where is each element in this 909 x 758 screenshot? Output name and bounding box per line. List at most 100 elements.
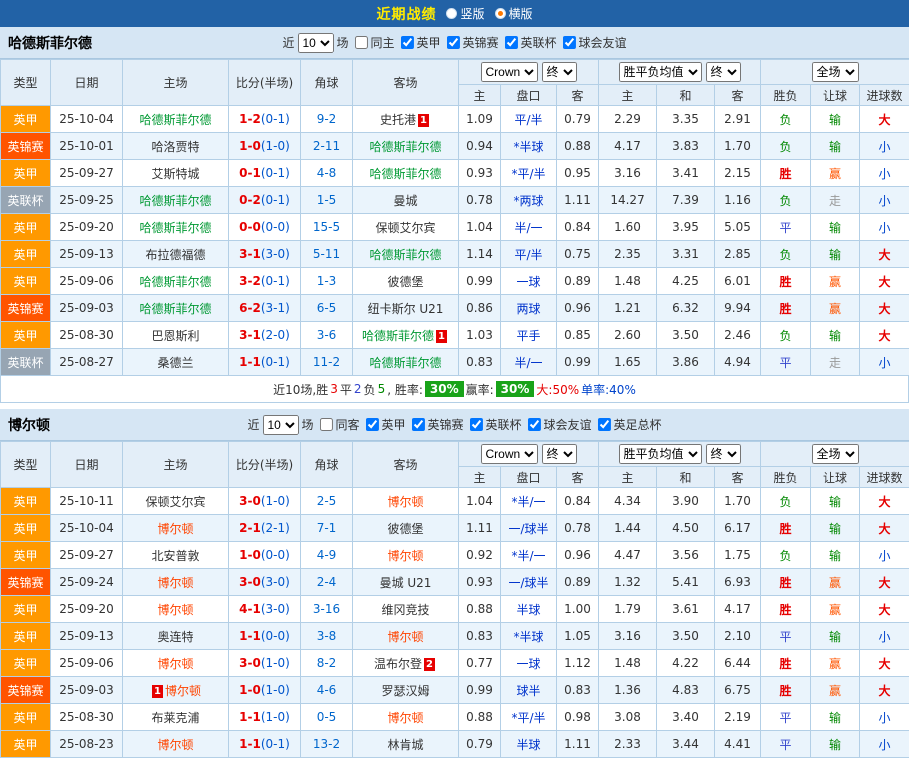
away-team-link[interactable]: 博尔顿 [387,711,423,725]
date-cell: 25-09-20 [51,214,123,241]
away-team-link[interactable]: 林肯城 [387,738,423,752]
final-odds-select-2[interactable]: 终 [706,62,741,82]
date-cell: 25-09-13 [51,623,123,650]
checkbox-input[interactable] [447,36,460,49]
filter-checkbox-3[interactable]: 英联杯 [470,416,522,433]
away-team-link[interactable]: 维冈竞技 [381,603,429,617]
home-team-link[interactable]: 桑德兰 [157,356,193,370]
filter-checkbox-5[interactable]: 英足总杯 [598,416,662,433]
bookmaker-select[interactable]: Crown [481,444,538,464]
avg-draw-cell: 5.41 [657,569,715,596]
away-team-link[interactable]: 博尔顿 [387,630,423,644]
final-odds-select-2[interactable]: 终 [706,444,741,464]
away-team-link[interactable]: 保顿艾尔宾 [375,221,435,235]
away-team-cell: 哈德斯菲尔德 [353,349,459,376]
layout-option-vertical[interactable]: 竖版 [446,5,484,22]
checkbox-input[interactable] [598,418,611,431]
filter-checkbox-0[interactable]: 同主 [354,34,394,51]
odds-away-cell: 1.05 [557,623,599,650]
result-wdl-cell: 平 [761,214,811,241]
score-cell: 0-0(0-0) [229,214,301,241]
handicap-cell: 两球 [501,295,557,322]
home-team-link[interactable]: 艾斯特城 [151,167,199,181]
home-team-link[interactable]: 北安普敦 [151,549,199,563]
away-team-link[interactable]: 史托港 [380,113,416,127]
home-team-link[interactable]: 保顿艾尔宾 [145,495,205,509]
home-team-link[interactable]: 巴恩斯利 [151,329,199,343]
result-goals-cell: 大 [860,515,909,542]
date-cell: 25-09-27 [51,542,123,569]
away-team-link[interactable]: 彼德堡 [387,275,423,289]
filter-checkbox-0[interactable]: 同客 [319,416,359,433]
avg-select[interactable]: 胜平负均值 [619,62,702,82]
filter-checkbox-1[interactable]: 英甲 [400,34,440,51]
home-team-link[interactable]: 博尔顿 [165,684,201,698]
away-team-link[interactable]: 哈德斯菲尔德 [369,167,441,181]
team-name: 哈德斯菲尔德 [0,33,92,53]
filter-checkbox-1[interactable]: 英甲 [365,416,405,433]
checkbox-input[interactable] [412,418,425,431]
home-team-link[interactable]: 奥连特 [157,630,193,644]
away-team-link[interactable]: 哈德斯菲尔德 [362,329,434,343]
bookmaker-select[interactable]: Crown [481,62,538,82]
home-team-link[interactable]: 哈德斯菲尔德 [139,113,211,127]
checkbox-input[interactable] [319,418,332,431]
home-team-link[interactable]: 哈德斯菲尔德 [139,194,211,208]
final-odds-select[interactable]: 终 [542,62,577,82]
home-team-link[interactable]: 博尔顿 [157,603,193,617]
home-team-link[interactable]: 博尔顿 [157,576,193,590]
final-odds-select[interactable]: 终 [542,444,577,464]
scope-select[interactable]: 全场 [812,62,859,82]
date-cell: 25-08-30 [51,322,123,349]
table-row: 英甲25-10-04博尔顿2-1(2-1)7-1彼德堡1.11一/球半0.781… [1,515,909,542]
home-team-link[interactable]: 博尔顿 [157,522,193,536]
avg-select[interactable]: 胜平负均值 [619,444,702,464]
table-row: 英甲25-09-13奥连特1-1(0-0)3-8博尔顿0.83*半球1.053.… [1,623,909,650]
radio-selected-icon[interactable] [495,8,506,19]
home-team-link[interactable]: 布莱克浦 [151,711,199,725]
checkbox-input[interactable] [354,36,367,49]
avg-home-cell: 3.08 [599,704,657,731]
away-team-link[interactable]: 哈德斯菲尔德 [369,356,441,370]
checkbox-input[interactable] [505,36,518,49]
home-team-link[interactable]: 哈德斯菲尔德 [139,275,211,289]
away-team-link[interactable]: 哈德斯菲尔德 [369,248,441,262]
away-team-link[interactable]: 曼城 [393,194,417,208]
checkbox-input[interactable] [400,36,413,49]
away-team-link[interactable]: 曼城 U21 [380,576,432,590]
home-team-link[interactable]: 哈洛贾特 [151,140,199,154]
away-team-link[interactable]: 罗瑟汉姆 [381,684,429,698]
filter-checkbox-4[interactable]: 球会友谊 [563,34,627,51]
home-team-link[interactable]: 布拉德福德 [145,248,205,262]
result-wdl-cell: 负 [761,106,811,133]
filter-checkbox-2[interactable]: 英锦赛 [412,416,464,433]
filter-checkbox-2[interactable]: 英锦赛 [447,34,499,51]
games-count-select[interactable]: 10 [297,33,333,53]
away-team-link[interactable]: 哈德斯菲尔德 [369,140,441,154]
away-team-link[interactable]: 纽卡斯尔 U21 [368,302,444,316]
odds-away-cell: 0.96 [557,295,599,322]
home-team-link[interactable]: 哈德斯菲尔德 [139,221,211,235]
home-team-link[interactable]: 哈德斯菲尔德 [139,302,211,316]
games-count-select[interactable]: 10 [262,415,298,435]
home-team-link[interactable]: 博尔顿 [157,657,193,671]
scope-select[interactable]: 全场 [812,444,859,464]
checkbox-input[interactable] [470,418,483,431]
away-team-link[interactable]: 彼德堡 [387,522,423,536]
away-team-link[interactable]: 博尔顿 [387,549,423,563]
away-team-link[interactable]: 博尔顿 [387,495,423,509]
layout-option-horizontal[interactable]: 横版 [495,5,533,22]
checkbox-input[interactable] [563,36,576,49]
away-team-link[interactable]: 温布尔登 [374,657,422,671]
result-wdl-cell: 胜 [761,268,811,295]
checkbox-input[interactable] [528,418,541,431]
type-badge-cell: 英甲 [1,488,51,515]
away-team-cell: 史托港1 [353,106,459,133]
filter-checkbox-3[interactable]: 英联杯 [505,34,557,51]
odds-away-cell: 1.12 [557,650,599,677]
home-team-cell: 哈德斯菲尔德 [123,106,229,133]
home-team-link[interactable]: 博尔顿 [157,738,193,752]
filter-checkbox-4[interactable]: 球会友谊 [528,416,592,433]
checkbox-input[interactable] [365,418,378,431]
radio-unselected-icon[interactable] [446,8,457,19]
